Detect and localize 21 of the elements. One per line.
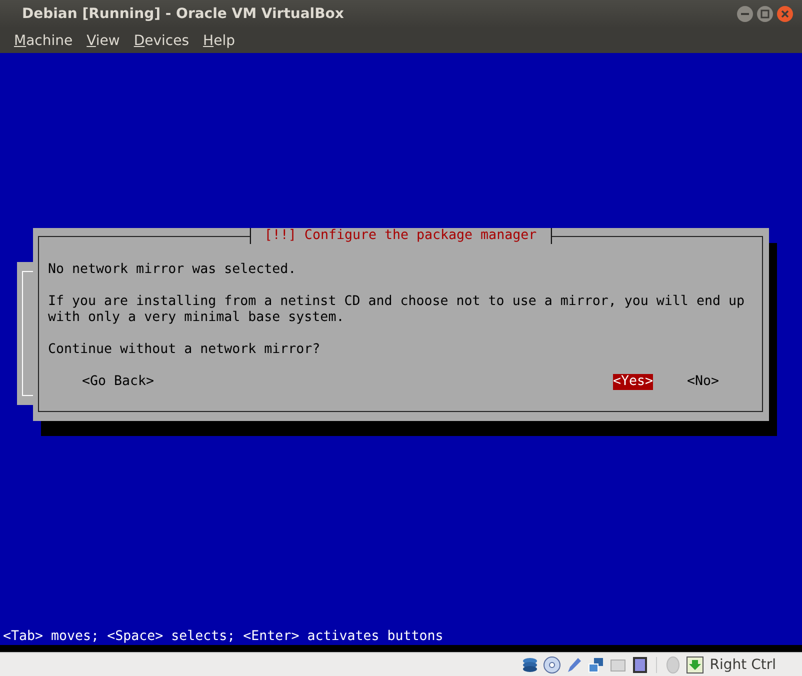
minimize-icon[interactable] bbox=[736, 5, 754, 23]
maximize-icon[interactable] bbox=[756, 5, 774, 23]
disk-icon[interactable] bbox=[520, 656, 539, 674]
menu-item[interactable]: Help bbox=[196, 32, 242, 48]
optical-disc-icon[interactable] bbox=[542, 656, 561, 674]
dialog-button[interactable]: <No> bbox=[686, 374, 719, 390]
arrow-down-icon[interactable] bbox=[686, 656, 704, 674]
dialog-button[interactable]: <Go Back> bbox=[82, 374, 154, 390]
menu-item[interactable]: View bbox=[80, 32, 127, 48]
dialog-button[interactable]: <Yes> bbox=[612, 374, 653, 390]
menu-item[interactable]: Machine bbox=[7, 32, 80, 48]
close-icon[interactable] bbox=[776, 5, 794, 23]
dialog-text: No network mirror was selected. bbox=[48, 262, 298, 278]
dialog-text: Continue without a network mirror? bbox=[48, 342, 322, 358]
dialog-title: [!!] Configure the package manager bbox=[249, 228, 552, 244]
network-icon[interactable] bbox=[586, 656, 605, 674]
window-title: Debian [Running] - Oracle VM VirtualBox bbox=[22, 6, 345, 22]
chip-icon[interactable] bbox=[630, 656, 649, 674]
dialog-text: If you are installing from a netinst CD and choose not to use a mirror, you will end up with only a very minimal base system. bbox=[48, 294, 746, 326]
host-key-label: Right Ctrl bbox=[710, 656, 776, 672]
menu-item[interactable]: Devices bbox=[126, 32, 196, 48]
